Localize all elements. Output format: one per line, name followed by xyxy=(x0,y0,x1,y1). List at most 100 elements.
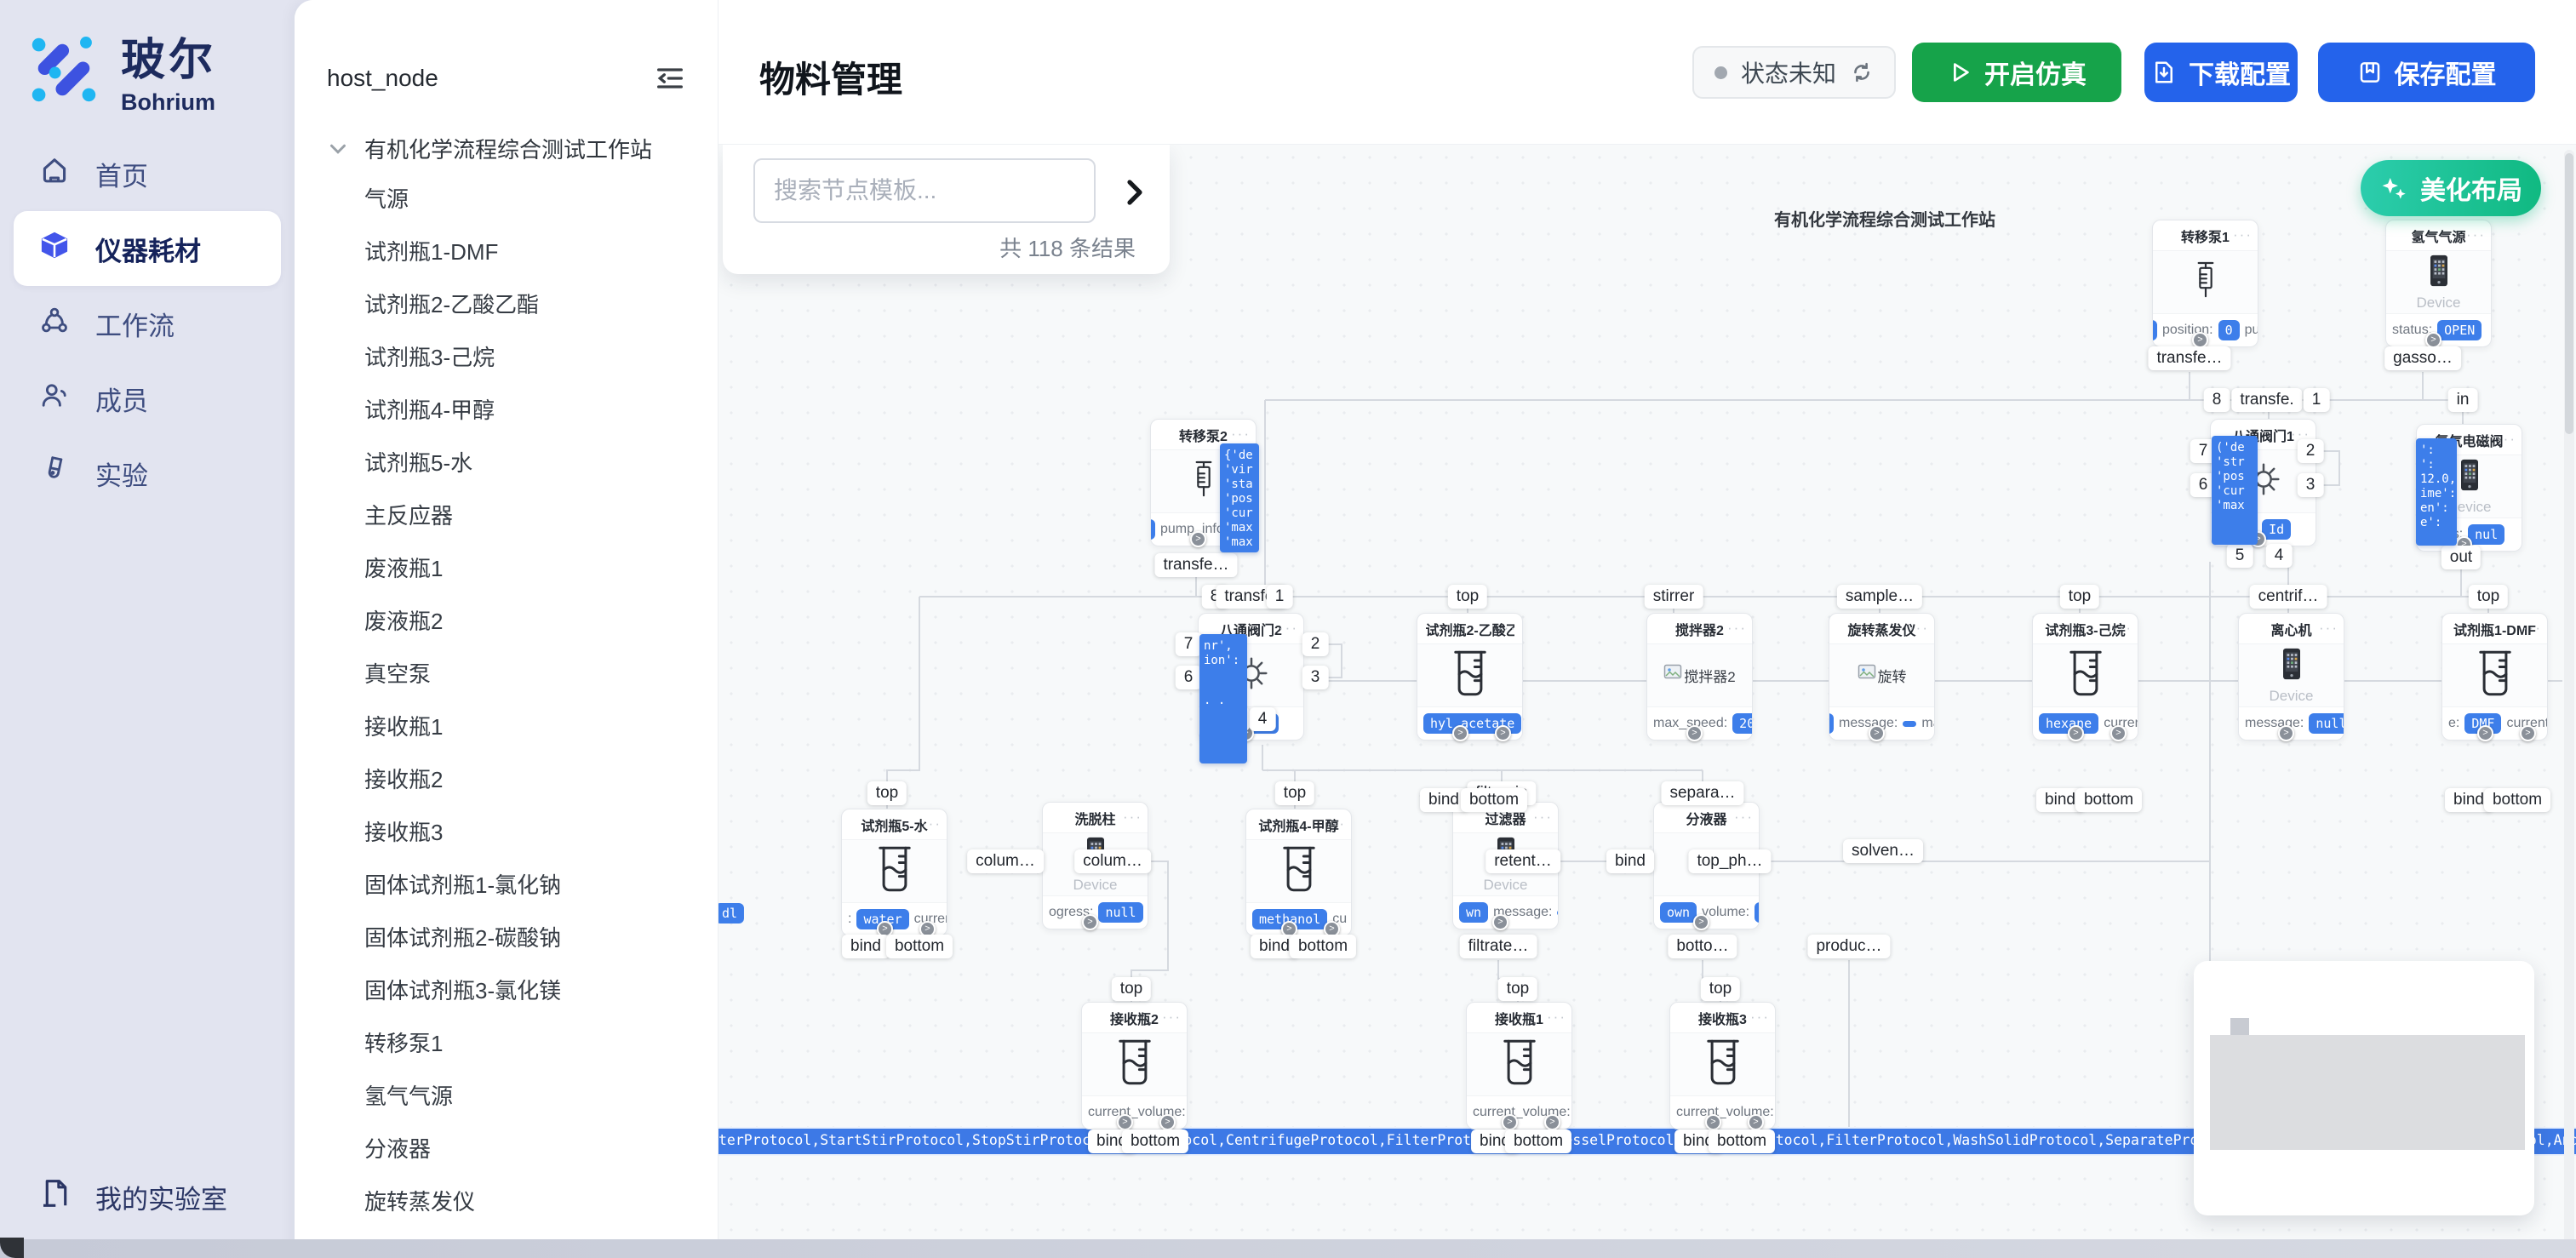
node-hydrogen-gas-source[interactable]: 氢气气源···Devicestatus:OPEN> xyxy=(2385,220,2492,347)
edge-label[interactable]: top xyxy=(1498,977,1537,1001)
node-menu-icon[interactable]: ··· xyxy=(2497,425,2516,454)
edge-label[interactable]: top_ph… xyxy=(1688,849,1771,873)
node-menu-icon[interactable]: ··· xyxy=(2233,220,2253,249)
tree-item[interactable]: 试剂瓶2-乙酸乙酯 xyxy=(295,278,718,331)
node-port[interactable]: > xyxy=(2477,725,2493,741)
node-reagent-bottle-1-dmf[interactable]: 试剂瓶1-DMF···e:DMFcurrent_vol>> xyxy=(2441,613,2548,741)
tree-item[interactable]: 固体试剂瓶1-氯化钠 xyxy=(295,859,718,912)
edge-label[interactable]: 8 xyxy=(2204,388,2230,412)
node-port[interactable]: > xyxy=(1705,1114,1721,1130)
node-menu-icon[interactable]: ··· xyxy=(1533,803,1553,832)
param-value-pill[interactable] xyxy=(2153,320,2157,340)
search-submit-icon[interactable] xyxy=(1118,175,1152,209)
node-reagent-bottle-3-hexane[interactable]: 试剂瓶3-己烷···hexanecurrent_v>> xyxy=(2032,613,2138,741)
edge-label[interactable]: bottom xyxy=(1709,1129,1775,1153)
node-menu-icon[interactable]: ··· xyxy=(1279,614,1298,643)
search-input[interactable] xyxy=(753,158,1096,223)
edge-label[interactable]: transfe. xyxy=(2231,388,2302,412)
collapse-panel-icon[interactable] xyxy=(653,61,687,95)
node-menu-icon[interactable]: ··· xyxy=(1123,803,1142,832)
param-value-pill[interactable]: null xyxy=(2309,713,2344,734)
sidebar-item-home[interactable]: 首页 xyxy=(14,136,281,211)
node-port[interactable]: > xyxy=(1693,914,1709,930)
param-value-pill[interactable] xyxy=(1829,713,1834,734)
node-menu-icon[interactable]: ··· xyxy=(2113,614,2132,643)
node-menu-icon[interactable]: ··· xyxy=(922,809,942,838)
tree-item[interactable]: 固体试剂瓶2-碳酸钠 xyxy=(295,912,718,964)
edge-label[interactable]: 2 xyxy=(1302,632,1329,656)
status-badge[interactable]: 状态未知 xyxy=(1692,46,1896,99)
node-port[interactable]: > xyxy=(1869,725,1885,741)
tree-item[interactable]: 转移泵1 xyxy=(295,1017,718,1070)
param-value-pill[interactable]: 2000 xyxy=(1732,713,1752,734)
edge-label[interactable]: gasso… xyxy=(2384,346,2461,370)
sidebar-item-members[interactable]: 成员 xyxy=(14,361,281,436)
edge-label[interactable]: colum… xyxy=(967,849,1044,873)
edge-label[interactable]: 4 xyxy=(1250,707,1276,731)
tree-item[interactable]: 接收瓶1 xyxy=(295,700,718,753)
tree-item[interactable]: 接收瓶2 xyxy=(295,753,718,806)
node-port[interactable]: > xyxy=(1082,914,1098,930)
node-reagent-bottle-5-water[interactable]: 试剂瓶5-水···:watercurrent_v>> xyxy=(841,809,947,936)
node-transfer-pump-1[interactable]: 转移泵1···position:0pum> xyxy=(2152,220,2258,347)
node-menu-icon[interactable]: ··· xyxy=(1547,1003,1566,1032)
tree-item[interactable]: 氢气气源 xyxy=(295,1070,718,1123)
param-value-pill[interactable]: null xyxy=(1098,902,1142,923)
tree-item[interactable]: 废液瓶1 xyxy=(295,542,718,595)
edge-label[interactable]: 6 xyxy=(1176,666,1202,689)
node-port[interactable]: > xyxy=(1492,914,1508,930)
param-value-pill[interactable]: OPEN xyxy=(2437,320,2482,340)
edge-label[interactable]: bottom xyxy=(1505,1129,1571,1153)
edge-label[interactable]: filtrate… xyxy=(1460,935,1537,958)
node-reagent-bottle-4-methanol[interactable]: 试剂瓶4-甲醇···methanolcu>> xyxy=(1245,809,1352,936)
node-menu-icon[interactable]: ··· xyxy=(1326,809,1346,838)
flow-canvas[interactable]: 有机化学流程综合测试工作站 共 118 条结果 美化布局 terProtoco xyxy=(718,145,2576,1258)
edge-label[interactable]: 1 xyxy=(1267,585,1293,609)
edge-label[interactable]: colum… xyxy=(1074,849,1151,873)
edge-label[interactable]: bottom xyxy=(1461,788,1527,812)
node-menu-icon[interactable]: ··· xyxy=(1909,614,1929,643)
edge-label[interactable]: transfe… xyxy=(2148,346,2230,370)
node-menu-icon[interactable]: ··· xyxy=(2466,220,2486,249)
minimap-viewport[interactable] xyxy=(2210,1035,2525,1150)
beautify-layout-button[interactable]: 美化布局 xyxy=(2361,160,2541,216)
edge-label[interactable]: bind xyxy=(842,935,890,958)
edge-label[interactable]: top xyxy=(1448,585,1487,609)
edge-label[interactable]: bottom xyxy=(1122,1129,1188,1153)
param-value-pill[interactable]: 250 xyxy=(1755,902,1759,923)
edge-label[interactable]: 5 xyxy=(2227,544,2253,568)
param-value-pill[interactable]: own xyxy=(1660,902,1697,923)
node-port[interactable]: > xyxy=(1190,531,1206,547)
node-port[interactable]: > xyxy=(2278,725,2294,741)
node-menu-icon[interactable]: ··· xyxy=(2522,614,2542,643)
edge-label[interactable]: 7 xyxy=(1176,632,1202,656)
node-port[interactable]: > xyxy=(2068,725,2084,741)
node-port[interactable]: > xyxy=(2110,725,2127,741)
node-port[interactable]: > xyxy=(1159,1114,1176,1130)
node-receiver-bottle-3[interactable]: 接收瓶3···current_volume:0>> xyxy=(1669,1002,1776,1129)
node-receiver-bottle-2[interactable]: 接收瓶2···current_volume:0>> xyxy=(1081,1002,1188,1129)
edge-label[interactable]: 4 xyxy=(2266,544,2293,568)
edge-label[interactable]: bottom xyxy=(1290,935,1356,958)
edge-label[interactable]: bind xyxy=(1606,849,1654,873)
node-port[interactable]: > xyxy=(1452,725,1468,741)
scrollbar-thumb[interactable] xyxy=(2565,153,2573,434)
node-port[interactable]: > xyxy=(2520,725,2536,741)
edge-label[interactable]: sample… xyxy=(1837,585,1922,609)
edge-label[interactable]: centrif… xyxy=(2250,585,2327,609)
edge-label[interactable]: bottom xyxy=(2484,788,2550,812)
node-port[interactable]: > xyxy=(1686,725,1703,741)
tree-item[interactable]: 试剂瓶3-己烷 xyxy=(295,331,718,384)
node-port[interactable]: > xyxy=(1495,725,1511,741)
edge-label[interactable]: bottom xyxy=(2075,788,2142,812)
node-port[interactable]: > xyxy=(1544,1114,1560,1130)
node-menu-icon[interactable]: ··· xyxy=(1497,614,1517,643)
sidebar-item-workflow[interactable]: 工作流 xyxy=(14,286,281,361)
edge-label[interactable]: 3 xyxy=(1302,666,1329,689)
edge-label[interactable]: botto… xyxy=(1668,935,1737,958)
edge-label[interactable]: solven… xyxy=(1843,839,1923,863)
node-reagent-bottle-2-ethyl-acetate[interactable]: 试剂瓶2-乙酸乙酯···hyl_acetatecurre>> xyxy=(1417,613,1523,741)
sidebar-item-my-lab[interactable]: 我的实验室 xyxy=(39,1176,227,1217)
tree-item[interactable]: 旋转蒸发仪 xyxy=(295,1175,718,1228)
tree-item[interactable]: 接收瓶3 xyxy=(295,806,718,859)
